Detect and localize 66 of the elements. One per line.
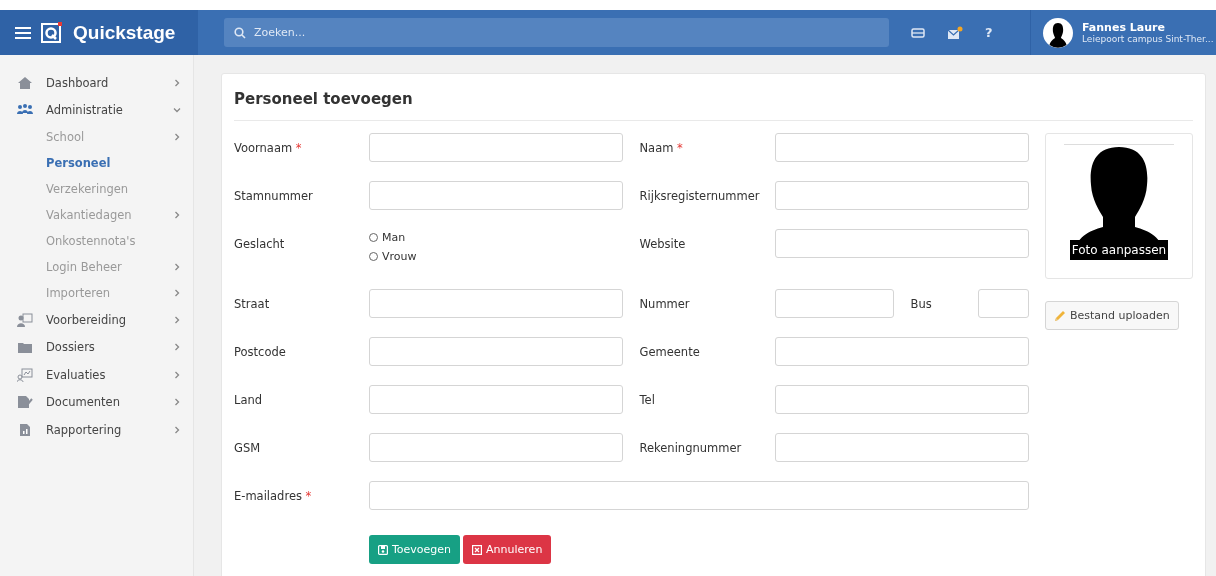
input-field[interactable] (774, 133, 1029, 162)
input-field[interactable] (977, 289, 1029, 318)
input-field[interactable] (369, 289, 623, 318)
search-icon (234, 26, 246, 39)
save-icon (378, 544, 388, 555)
input-field[interactable] (774, 229, 1029, 258)
user-school: Leiepoort campus Sint-Ther... (1082, 34, 1214, 44)
field-label: Straat (234, 296, 271, 311)
field-label: Bus (909, 296, 933, 311)
field-label: GSM (234, 440, 262, 455)
menu-icon[interactable] (15, 25, 31, 40)
input-field[interactable] (774, 181, 1029, 210)
cancel-button[interactable]: Annuleren (463, 535, 552, 564)
help-button[interactable]: ? (985, 25, 993, 40)
app-name: Quickstage (73, 21, 176, 44)
field-label: Nummer (639, 296, 691, 311)
folder-icon (17, 340, 33, 355)
report-icon (17, 422, 33, 437)
form-title: Personeel toevoegen (234, 74, 1193, 121)
sidebar-item[interactable]: Voorbereiding (0, 306, 193, 334)
input-field[interactable] (774, 289, 894, 318)
upload-button[interactable]: Bestand uploaden (1045, 301, 1179, 330)
avatar-icon (1043, 17, 1073, 48)
input-field[interactable] (369, 181, 623, 210)
sidebar-item[interactable]: Documenten (0, 388, 193, 416)
sidebar-item[interactable]: Evaluaties (0, 361, 193, 389)
input-field[interactable] (369, 433, 623, 462)
input-field[interactable] (369, 385, 623, 414)
field-label: Geslacht (234, 236, 286, 251)
presentation-icon (17, 312, 33, 327)
search-field[interactable]: Zoeken... (224, 18, 889, 47)
input-field[interactable] (369, 133, 623, 162)
home-icon (17, 75, 33, 90)
input-field[interactable] (774, 433, 1029, 462)
field-label: Gemeente (639, 344, 701, 359)
field-label: Naam * (639, 140, 684, 155)
sidebar-item[interactable]: Administratie (0, 96, 193, 124)
sidebar-item[interactable]: Dossiers (0, 333, 193, 361)
submenu-item[interactable]: Personeel (0, 150, 193, 176)
field-label: Rijksregisternummer (639, 188, 761, 203)
field-label: Tel (639, 392, 656, 407)
document-icon (17, 395, 33, 410)
mail-icon[interactable] (947, 25, 963, 40)
photo-frame[interactable]: Foto aanpassen (1045, 133, 1193, 279)
field-label: Rekeningnummer (639, 440, 743, 455)
input-field[interactable] (774, 385, 1029, 414)
radio-option[interactable]: Vrouw (369, 250, 417, 263)
input-field[interactable] (774, 337, 1029, 366)
sidebar-item[interactable]: Rapportering (0, 416, 193, 444)
pencil-icon (1054, 309, 1066, 322)
field-label: Land (234, 392, 264, 407)
sidebar-item[interactable]: Dashboard (0, 69, 193, 97)
field-label: Voornaam * (234, 140, 303, 155)
field-label: Website (639, 236, 687, 251)
field-label: Postcode (234, 344, 287, 359)
input-field[interactable] (369, 481, 1029, 510)
field-label: Stamnummer (234, 188, 314, 203)
photo-caption: Foto aanpassen (1069, 240, 1169, 260)
logo-icon (41, 21, 63, 44)
user-name: Fannes Laure (1082, 21, 1166, 34)
ticket-icon[interactable] (911, 26, 925, 39)
input-field[interactable] (369, 337, 623, 366)
radio-option[interactable]: Man (369, 231, 417, 244)
chart-icon (17, 367, 33, 382)
close-icon (472, 544, 483, 555)
field-label: E-mailadres * (234, 488, 313, 503)
